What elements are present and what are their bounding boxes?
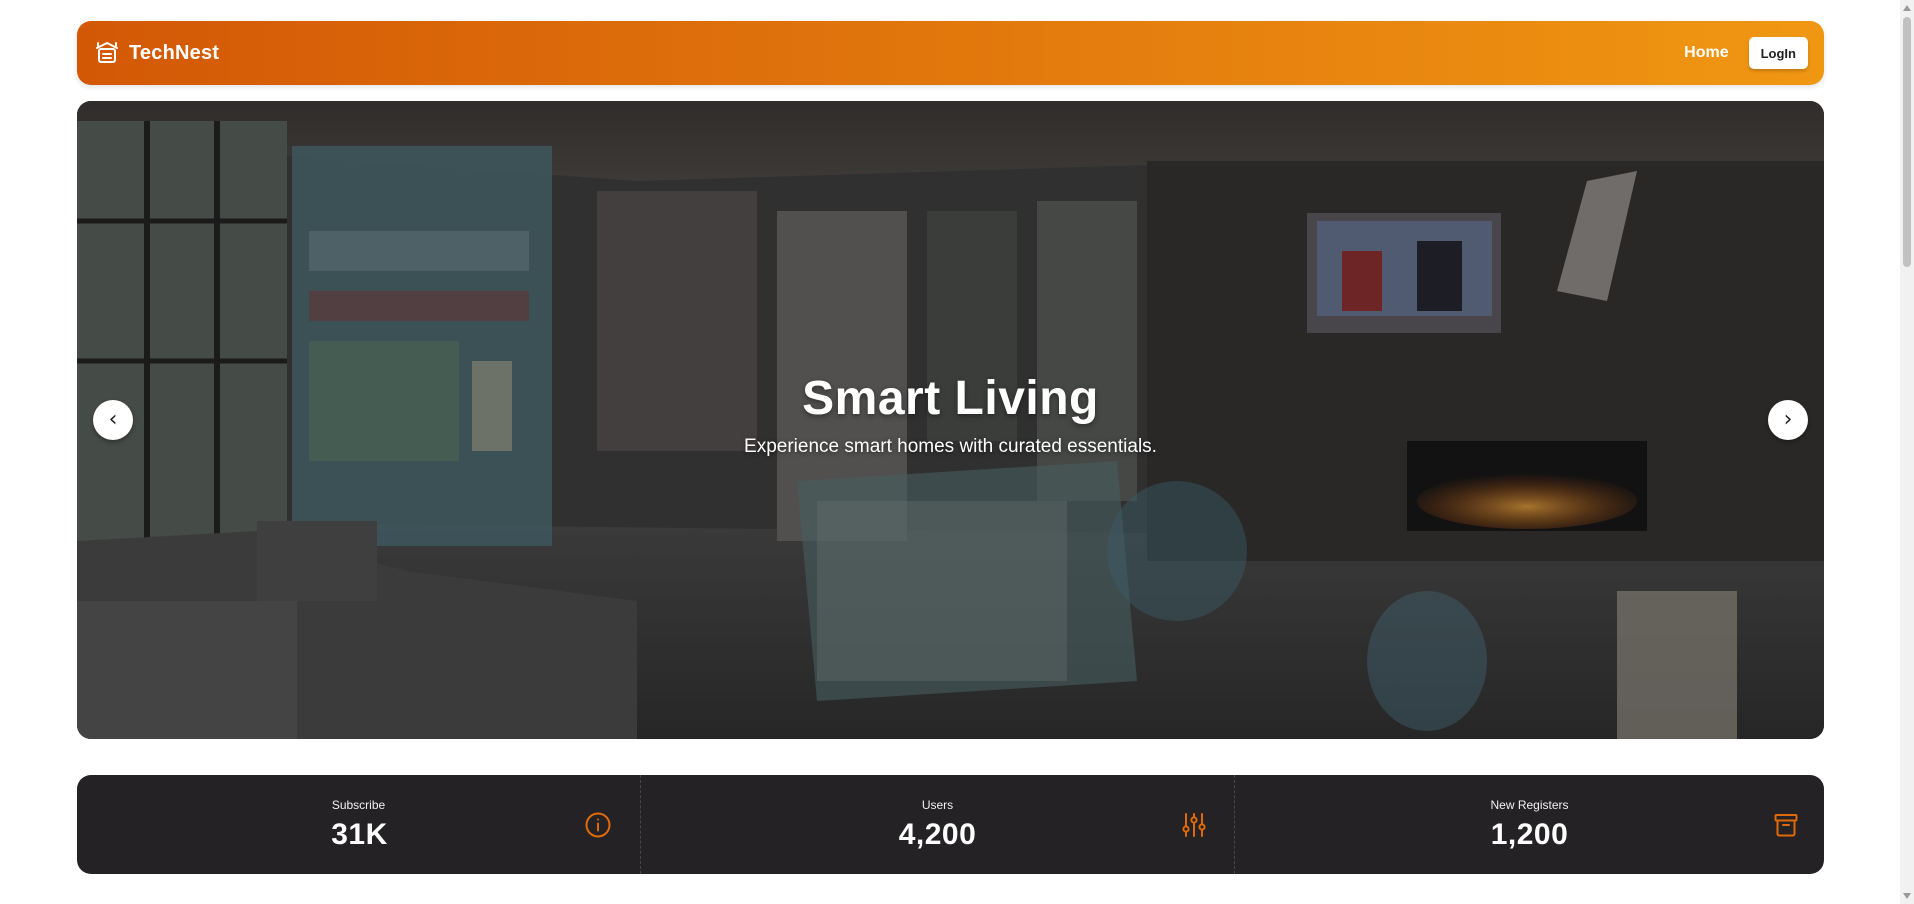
nav-links: Home LogIn (1684, 37, 1808, 69)
hero-caption: Smart Living Experience smart homes with… (77, 371, 1824, 458)
stat-value: 4,200 (898, 817, 977, 851)
stat-label: New Registers (1490, 797, 1569, 812)
brand[interactable]: TechNest (94, 40, 219, 66)
stats-bar: Subscribe 31K Users 4,200 New Registers … (77, 775, 1824, 874)
stat-label: Users (921, 797, 954, 812)
sliders-icon (1182, 813, 1206, 837)
stat-subscribe: Subscribe 31K (77, 775, 640, 874)
hero-title: Smart Living (802, 372, 1099, 425)
archive-icon (1774, 814, 1798, 837)
stat-label: Subscribe (331, 797, 386, 812)
smart-home-icon (94, 40, 120, 66)
stat-value: 1,200 (1490, 817, 1569, 851)
info-icon (585, 812, 611, 838)
page-scrollbar[interactable] (1900, 0, 1914, 904)
stat-new-registers: New Registers 1,200 (1234, 775, 1824, 874)
carousel-prev-button[interactable]: ‹ (93, 400, 133, 440)
navbar: TechNest Home LogIn (77, 21, 1824, 85)
stat-users: Users 4,200 (640, 775, 1234, 874)
scrollbar-thumb[interactable] (1903, 17, 1911, 267)
scroll-down-arrow-icon[interactable] (1903, 893, 1911, 899)
login-button[interactable]: LogIn (1748, 37, 1808, 69)
scroll-up-arrow-icon[interactable] (1903, 5, 1911, 11)
page: TechNest Home LogIn Smart Living Experie… (0, 0, 1914, 904)
hero-carousel: Smart Living Experience smart homes with… (77, 101, 1824, 739)
nav-home-link[interactable]: Home (1684, 44, 1728, 62)
hero-subtitle: Experience smart homes with curated esse… (744, 436, 1157, 457)
carousel-next-button[interactable]: › (1768, 400, 1808, 440)
brand-name: TechNest (129, 41, 220, 64)
stat-value: 31K (331, 817, 388, 851)
